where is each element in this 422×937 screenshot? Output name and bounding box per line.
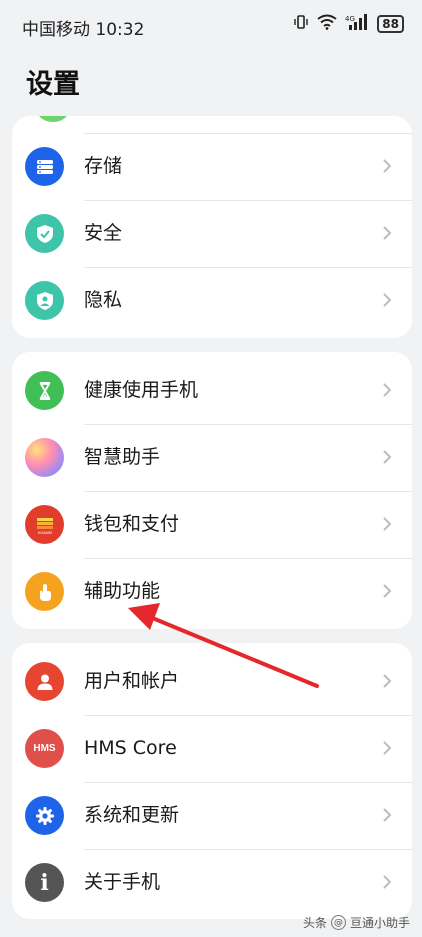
watermark-prefix: 头条 (302, 916, 327, 930)
status-bar: 中国移动 10:32 4G 88 (0, 0, 422, 52)
settings-item-label: 用户和帐户 (84, 670, 180, 692)
assistant-orb-icon (25, 438, 64, 477)
settings-item-label: 存储 (84, 155, 123, 177)
watermark-name: 亘通小助手 (349, 916, 410, 930)
settings-item-system-update[interactable]: 系统和更新 (12, 782, 412, 849)
chevron-right-icon (378, 739, 396, 757)
chevron-right-icon (378, 582, 396, 600)
chevron-right-icon (378, 381, 396, 399)
security-shield-icon (25, 214, 64, 253)
settings-item-hms-core[interactable]: HMS HMS Core (12, 715, 412, 782)
settings-item-label: 安全 (84, 222, 123, 244)
settings-item-label: 系统和更新 (84, 804, 180, 826)
hms-icon: HMS (25, 729, 64, 768)
status-icons: 4G 88 (293, 14, 404, 34)
hourglass-icon (25, 371, 64, 410)
watermark: 头条 @ 亘通小助手 (303, 914, 410, 931)
settings-item-accessibility[interactable]: 辅助功能 (12, 558, 412, 625)
settings-item-label: 隐私 (84, 289, 123, 311)
accessibility-hand-icon (25, 572, 64, 611)
signal-icon: 4G (345, 14, 369, 34)
settings-item-label: HMS Core (84, 737, 177, 759)
page-title: 设置 (26, 69, 80, 100)
settings-group-2: 健康使用手机 智慧助手 HUAWEI 钱包和支付 辅助功能 (12, 352, 412, 629)
partial-item-icon (37, 116, 69, 122)
battery-indicator: 88 (377, 15, 404, 33)
wifi-icon (317, 14, 337, 34)
hms-icon-text: HMS (33, 743, 56, 754)
user-icon (25, 662, 64, 701)
watermark-at: @ (330, 915, 346, 930)
settings-item-label: 关于手机 (84, 871, 161, 893)
settings-item-storage[interactable]: 存储 (12, 133, 412, 200)
privacy-icon (25, 281, 64, 320)
settings-item-privacy[interactable]: 隐私 (12, 267, 412, 334)
storage-icon (25, 147, 64, 186)
chevron-right-icon (378, 672, 396, 690)
wallet-icon-text: HUAWEI (37, 531, 51, 535)
settings-item-label: 钱包和支付 (84, 513, 180, 535)
info-icon-glyph: i (40, 869, 49, 896)
chevron-right-icon (378, 291, 396, 309)
settings-item-security[interactable]: 安全 (12, 200, 412, 267)
settings-group-3: 用户和帐户 HMS HMS Core 系统和更新 i 关于手机 (12, 643, 412, 919)
settings-item-label: 健康使用手机 (84, 379, 199, 401)
settings-item-assistant[interactable]: 智慧助手 (12, 424, 412, 491)
chevron-right-icon (378, 224, 396, 242)
wallet-icon: HUAWEI (25, 505, 64, 544)
settings-item-about-phone[interactable]: i 关于手机 (12, 849, 412, 916)
chevron-right-icon (378, 157, 396, 175)
gear-icon (25, 796, 64, 835)
chevron-right-icon (378, 806, 396, 824)
settings-group-1: 存储 安全 隐私 (12, 116, 412, 338)
network-type: 4G (345, 15, 355, 23)
vibrate-icon (293, 14, 309, 34)
settings-item-users-accounts[interactable]: 用户和帐户 (12, 648, 412, 715)
info-icon: i (25, 863, 64, 902)
chevron-right-icon (378, 873, 396, 891)
settings-item-wallet[interactable]: HUAWEI 钱包和支付 (12, 491, 412, 558)
settings-item-label: 智慧助手 (84, 446, 161, 468)
chevron-right-icon (378, 448, 396, 466)
settings-item-digital-balance[interactable]: 健康使用手机 (12, 357, 412, 424)
carrier-time: 中国移动 10:32 (22, 20, 145, 40)
settings-item-label: 辅助功能 (84, 580, 161, 602)
chevron-right-icon (378, 515, 396, 533)
